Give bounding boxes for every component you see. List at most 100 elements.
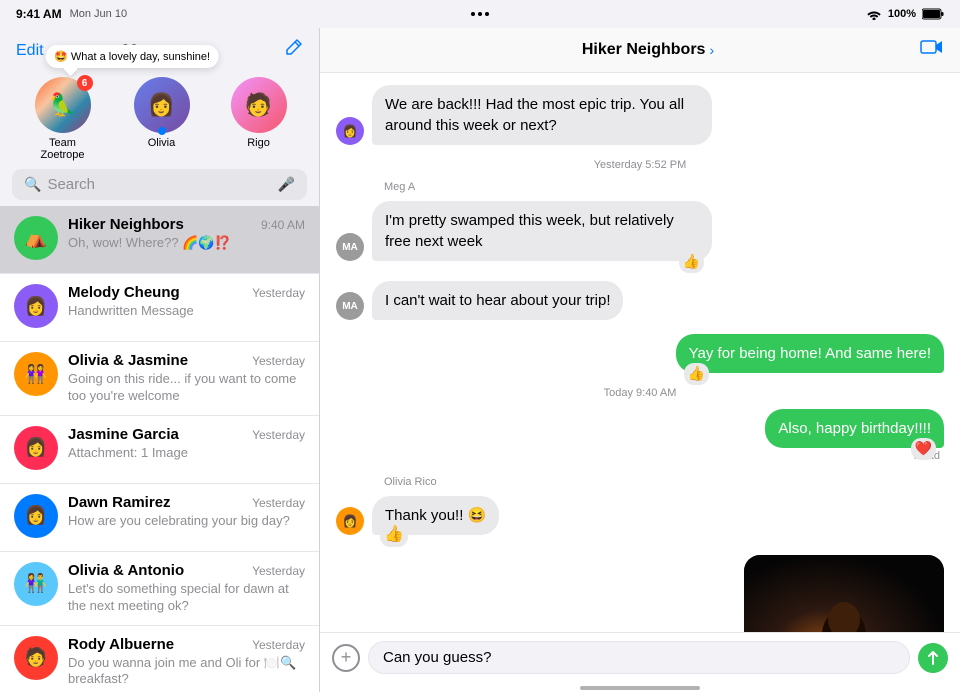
- bubble-msg3: I can't wait to hear about your trip!: [372, 281, 623, 320]
- pinned-contact-team-zoetrope[interactable]: 🤩 What a lovely day, sunshine! 🦜 6 Team …: [33, 77, 93, 161]
- msg-avatar-msg2: MA: [336, 233, 364, 261]
- video-call-button[interactable]: [920, 38, 944, 62]
- status-time: 9:41 AM: [16, 7, 62, 21]
- chat-title-chevron: ›: [709, 42, 714, 58]
- pinned-contact-rigo[interactable]: 🧑 Rigo: [231, 77, 287, 161]
- add-button[interactable]: +: [332, 644, 360, 672]
- conv-avatar-olivia-antonio: 👫: [14, 562, 58, 606]
- conv-avatar-rody-albuerne: 🧑: [14, 636, 58, 680]
- conv-preview-dawn-ramirez: How are you celebrating your big day?: [68, 513, 305, 530]
- send-button[interactable]: [918, 643, 948, 673]
- search-input[interactable]: Search: [47, 176, 271, 193]
- status-day: Mon Jun 10: [70, 8, 127, 20]
- status-bar-center: [471, 12, 489, 16]
- input-bar: +: [320, 632, 960, 682]
- dot2: [478, 12, 482, 16]
- chat-title-area[interactable]: Hiker Neighbors ›: [582, 41, 714, 59]
- battery-level: 100%: [888, 8, 916, 20]
- msg-avatar-msg3: MA: [336, 292, 364, 320]
- bubble-msg4: Yay for being home! And same here! 👍: [676, 334, 944, 373]
- conv-preview-jasmine-garcia: Attachment: 1 Image: [68, 445, 305, 462]
- conv-time-hiker-neighbors: 9:40 AM: [261, 218, 305, 232]
- conv-name-olivia-jasmine: Olivia & Jasmine: [68, 352, 188, 369]
- conv-avatar-olivia-jasmine: 👭: [14, 352, 58, 396]
- chat-title: Hiker Neighbors: [582, 41, 706, 59]
- status-bar-right: 100%: [866, 8, 944, 20]
- search-bar[interactable]: 🔍 Search 🎤: [12, 169, 307, 200]
- app-container: Edit Messages 🤩 What a lovely day, sunsh…: [0, 28, 960, 692]
- pinned-contact-olivia[interactable]: 👩 Olivia: [134, 77, 190, 161]
- team-zoetrope-badge: 6: [77, 75, 93, 91]
- timestamp-today: Today 9:40 AM: [336, 387, 944, 399]
- conv-content-hiker-neighbors: Hiker Neighbors 9:40 AM Oh, wow! Where??…: [68, 216, 305, 252]
- conv-item-olivia-jasmine[interactable]: 👭 Olivia & Jasmine Yesterday Going on th…: [0, 342, 319, 416]
- conv-item-olivia-antonio[interactable]: 👫 Olivia & Antonio Yesterday Let's do so…: [0, 552, 319, 626]
- bubble-msg1: We are back!!! Had the most epic trip. Y…: [372, 85, 712, 145]
- pinned-contacts: 🤩 What a lovely day, sunshine! 🦜 6 Team …: [0, 69, 319, 165]
- conv-avatar-dawn-ramirez: 👩: [14, 494, 58, 538]
- olivia-unread-dot: [158, 127, 166, 135]
- chat-panel: Hiker Neighbors › 👩 We are back!!! Had t…: [320, 28, 960, 692]
- conv-time-dawn-ramirez: Yesterday: [252, 496, 305, 510]
- message-input[interactable]: [368, 641, 910, 674]
- conv-item-hiker-neighbors[interactable]: ⛺ Hiker Neighbors 9:40 AM Oh, wow! Where…: [0, 206, 319, 274]
- olivia-avatar-circle: 👩: [134, 77, 190, 133]
- sidebar: Edit Messages 🤩 What a lovely day, sunsh…: [0, 28, 320, 692]
- chat-image-person: [744, 555, 944, 632]
- battery-icon: [922, 8, 944, 20]
- message-row-msg3: MA I can't wait to hear about your trip!: [336, 281, 944, 320]
- mic-icon: 🎤: [278, 176, 295, 193]
- edit-button[interactable]: Edit: [16, 42, 44, 60]
- conv-avatar-hiker-neighbors: ⛺: [14, 216, 58, 260]
- pinned-avatar-olivia: 👩: [134, 77, 190, 133]
- conv-name-hiker-neighbors: Hiker Neighbors: [68, 216, 184, 233]
- conv-item-melody-cheung[interactable]: 👩 Melody Cheung Yesterday Handwritten Me…: [0, 274, 319, 342]
- message-row-msg4: Yay for being home! And same here! 👍: [336, 334, 944, 373]
- home-indicator: [580, 686, 700, 690]
- conv-preview-melody-cheung: Handwritten Message: [68, 303, 305, 320]
- conv-content-melody-cheung: Melody Cheung Yesterday Handwritten Mess…: [68, 284, 305, 320]
- conv-item-jasmine-garcia[interactable]: 👩 Jasmine Garcia Yesterday Attachment: 1…: [0, 416, 319, 484]
- conv-time-melody-cheung: Yesterday: [252, 286, 305, 300]
- wifi-icon: [866, 8, 882, 20]
- conv-avatar-melody-cheung: 👩: [14, 284, 58, 328]
- message-row-msg2: MA I'm pretty swamped this week, but rel…: [336, 201, 944, 261]
- conv-item-dawn-ramirez[interactable]: 👩 Dawn Ramirez Yesterday How are you cel…: [0, 484, 319, 552]
- message-row-msg6: 👩 Thank you!! 😆 👍: [336, 496, 944, 535]
- compose-button[interactable]: [283, 38, 303, 63]
- message-row-msg5: Also, happy birthday!!!! ❤️ Read: [336, 409, 944, 462]
- conv-time-olivia-antonio: Yesterday: [252, 564, 305, 578]
- pinned-avatar-rigo: 🧑: [231, 77, 287, 133]
- search-icon: 🔍: [24, 176, 41, 193]
- chat-header: Hiker Neighbors ›: [320, 28, 960, 73]
- timestamp-yesterday: Yesterday 5:52 PM: [336, 159, 944, 171]
- sender-label-mega: Meg A: [384, 181, 944, 193]
- chat-image: [744, 555, 944, 632]
- conv-item-rody-albuerne[interactable]: 🧑 Rody Albuerne Yesterday Do you wanna j…: [0, 626, 319, 692]
- conv-preview-olivia-jasmine: Going on this ride... if you want to com…: [68, 371, 305, 405]
- conv-preview-hiker-neighbors: Oh, wow! Where?? 🌈🌍⁉️: [68, 235, 305, 252]
- conv-time-olivia-jasmine: Yesterday: [252, 354, 305, 368]
- sender-label-olivia-rico: Olivia Rico: [384, 476, 944, 488]
- compose-icon: [283, 38, 303, 58]
- pinned-name-team-zoetrope: Team Zoetrope: [33, 137, 93, 161]
- status-bar: 9:41 AM Mon Jun 10 100%: [0, 0, 960, 28]
- pinned-name-olivia: Olivia: [148, 137, 176, 149]
- conv-avatar-jasmine-garcia: 👩: [14, 426, 58, 470]
- pinned-avatar-team-zoetrope: 🤩 What a lovely day, sunshine! 🦜 6: [35, 77, 91, 133]
- chat-image-svg: [744, 555, 944, 632]
- bubble-msg2: I'm pretty swamped this week, but relati…: [372, 201, 712, 261]
- message-row-msg7: [336, 555, 944, 632]
- conv-preview-rody-albuerne: Do you wanna join me and Oli for 🍽️🔍 bre…: [68, 655, 305, 689]
- message-row-msg1: 👩 We are back!!! Had the most epic trip.…: [336, 85, 944, 145]
- conv-name-dawn-ramirez: Dawn Ramirez: [68, 494, 171, 511]
- conv-time-jasmine-garcia: Yesterday: [252, 428, 305, 442]
- conv-name-rody-albuerne: Rody Albuerne: [68, 636, 174, 653]
- conversation-list: ⛺ Hiker Neighbors 9:40 AM Oh, wow! Where…: [0, 206, 319, 692]
- bubble-msg5: Also, happy birthday!!!! ❤️: [765, 409, 944, 448]
- msg-avatar-msg1: 👩: [336, 117, 364, 145]
- conv-content-dawn-ramirez: Dawn Ramirez Yesterday How are you celeb…: [68, 494, 305, 530]
- conv-preview-olivia-antonio: Let's do something special for dawn at t…: [68, 581, 305, 615]
- conv-name-olivia-antonio: Olivia & Antonio: [68, 562, 184, 579]
- conv-name-jasmine-garcia: Jasmine Garcia: [68, 426, 179, 443]
